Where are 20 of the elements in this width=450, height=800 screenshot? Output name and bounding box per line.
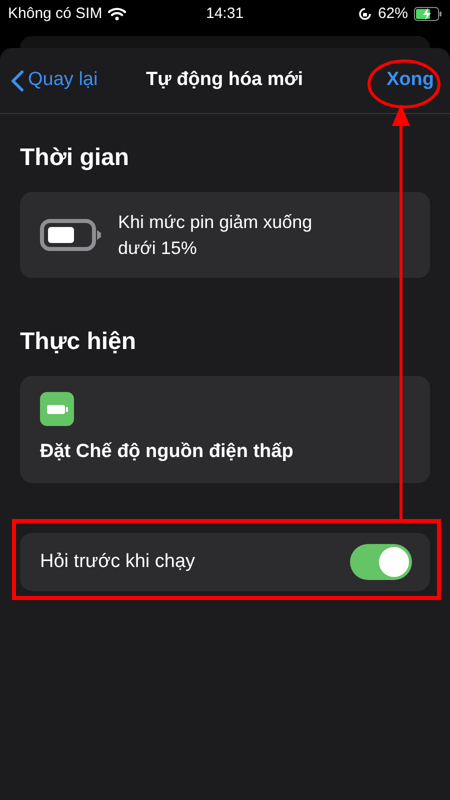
clock-time: 14:31	[206, 4, 244, 24]
screen-title: Tự động hóa mới	[146, 68, 304, 92]
action-card[interactable]: Đặt Chế độ nguồn điện thấp	[20, 376, 430, 483]
trigger-card[interactable]: Khi mức pin giảm xuống dưới 15%	[20, 192, 430, 278]
done-button[interactable]: Xong	[386, 66, 434, 95]
ask-before-running-label: Hỏi trước khi chạy	[40, 550, 196, 574]
action-text: Đặt Chế độ nguồn điện thấp	[40, 440, 294, 464]
chevron-left-icon	[10, 70, 24, 92]
toggle-switch[interactable]	[350, 544, 412, 580]
trigger-text: Khi mức pin giảm xuống dưới 15%	[118, 211, 314, 260]
back-button[interactable]: Quay lại	[10, 66, 98, 95]
wifi-icon	[108, 7, 126, 21]
section-heading: Thời gian	[19, 143, 130, 173]
rotation-lock-icon	[358, 7, 372, 21]
battery-icon	[40, 218, 102, 252]
charging-battery-icon	[414, 7, 442, 21]
section-heading: Thực hiện	[19, 327, 138, 357]
carrier-label: Không có SIM	[8, 4, 102, 24]
battery-app-icon	[40, 392, 74, 426]
battery-percentage: 62%	[378, 4, 408, 24]
